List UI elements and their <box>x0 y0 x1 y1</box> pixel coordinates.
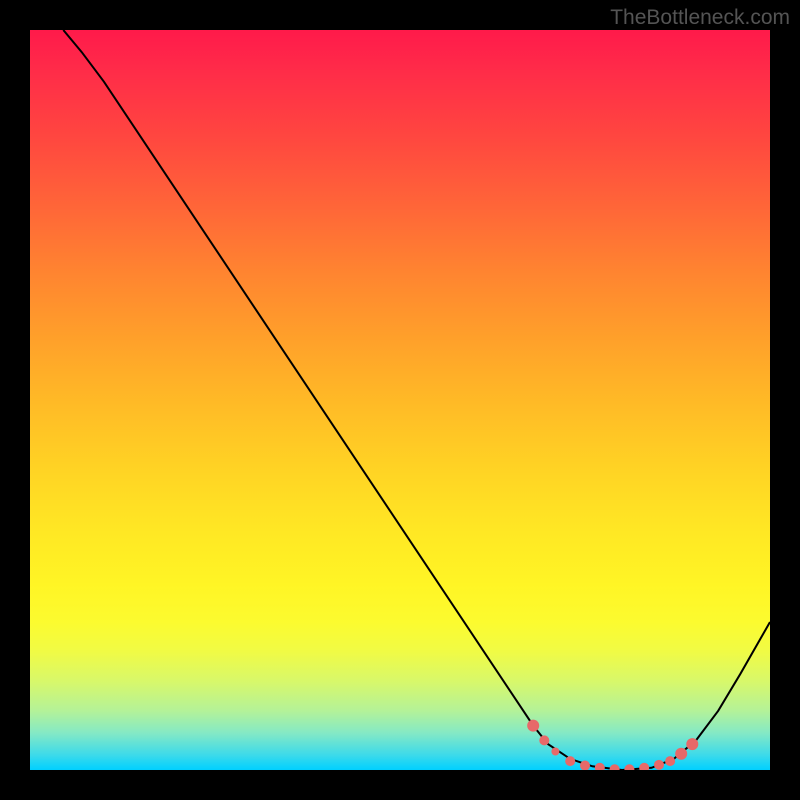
chart-marker <box>580 761 590 770</box>
chart-marker <box>654 760 664 770</box>
chart-marker <box>665 756 675 766</box>
chart-marker <box>527 720 539 732</box>
chart-marker <box>686 738 698 750</box>
chart-marker <box>551 748 559 756</box>
watermark-text: TheBottleneck.com <box>610 6 790 30</box>
chart-marker <box>610 764 620 770</box>
chart-marker <box>624 764 634 770</box>
chart-markers <box>527 720 698 770</box>
chart-plot-area <box>30 30 770 770</box>
bottleneck-curve <box>63 30 770 770</box>
chart-marker <box>639 763 649 770</box>
chart-marker <box>565 756 575 766</box>
chart-svg <box>30 30 770 770</box>
chart-marker <box>675 748 687 760</box>
chart-marker <box>595 763 605 770</box>
chart-marker <box>539 735 549 745</box>
